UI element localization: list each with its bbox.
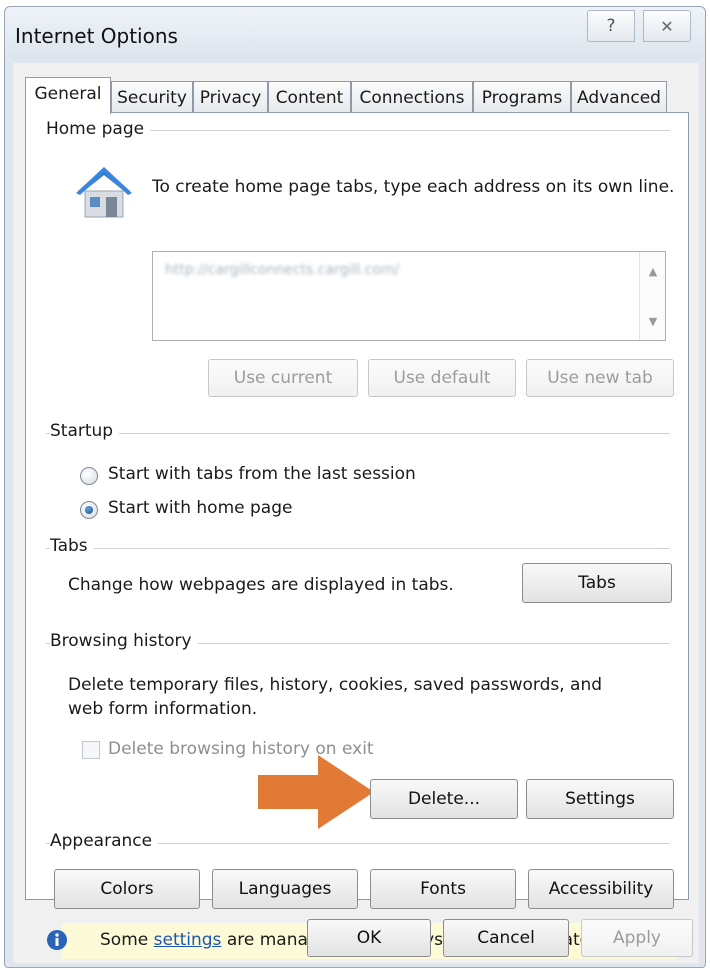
browsing-history-description-line2: web form information. — [68, 699, 258, 719]
tab-privacy[interactable]: Privacy — [193, 81, 268, 113]
home-page-instruction: To create home page tabs, type each addr… — [152, 177, 675, 197]
info-icon — [47, 930, 67, 950]
colors-button[interactable]: Colors — [54, 869, 200, 909]
window-title: Internet Options — [15, 24, 178, 48]
startup-home-page-radio[interactable] — [80, 501, 98, 519]
accessibility-button[interactable]: Accessibility — [528, 869, 674, 909]
home-page-url-textarea[interactable]: http://cargillconnects.cargill.com/ ▲ ▼ — [152, 251, 666, 341]
use-default-button[interactable]: Use default — [368, 359, 516, 397]
general-tab-panel: Home page To create home page tabs, type… — [25, 112, 689, 959]
use-new-tab-button[interactable]: Use new tab — [526, 359, 674, 397]
startup-last-session-label[interactable]: Start with tabs from the last session — [108, 464, 416, 484]
cancel-button[interactable]: Cancel — [443, 919, 569, 957]
tab-label: Privacy — [199, 88, 262, 108]
info-prefix: Some — [100, 930, 154, 950]
tab-programs[interactable]: Programs — [473, 81, 571, 113]
close-icon: ✕ — [660, 16, 674, 36]
section-divider — [46, 548, 670, 549]
fonts-button[interactable]: Fonts — [370, 869, 516, 909]
url-scrollbar[interactable]: ▲ ▼ — [639, 252, 665, 340]
languages-button[interactable]: Languages — [212, 869, 358, 909]
tab-label: Connections — [359, 88, 465, 108]
close-button[interactable]: ✕ — [643, 10, 691, 42]
tabs-section-label: Tabs — [50, 536, 94, 556]
ok-button[interactable]: OK — [307, 919, 431, 957]
tab-security[interactable]: Security — [111, 81, 193, 113]
tabs-description: Change how webpages are displayed in tab… — [68, 575, 454, 595]
tab-label: Content — [275, 88, 344, 108]
tab-content[interactable]: Content — [268, 81, 351, 113]
tab-general[interactable]: General — [25, 77, 111, 114]
startup-section-label: Startup — [50, 421, 120, 441]
annotation-arrow-icon — [258, 755, 374, 829]
delete-history-button[interactable]: Delete... — [370, 779, 518, 819]
tab-label: Advanced — [577, 88, 661, 108]
delete-on-exit-checkbox[interactable] — [82, 741, 100, 759]
dialog-body: General Security Privacy Content Connect… — [13, 63, 699, 963]
browsing-history-description-line1: Delete temporary files, history, cookies… — [68, 675, 603, 695]
tabs-settings-button[interactable]: Tabs — [522, 563, 672, 603]
house-icon — [76, 167, 132, 218]
tab-connections[interactable]: Connections — [351, 81, 473, 113]
startup-home-page-label[interactable]: Start with home page — [108, 498, 292, 518]
section-divider — [46, 433, 670, 434]
internet-options-dialog: Internet Options ? ✕ General Security Pr… — [4, 6, 706, 968]
history-settings-button[interactable]: Settings — [526, 779, 674, 819]
help-icon: ? — [606, 16, 616, 36]
title-bar: Internet Options ? ✕ — [5, 7, 705, 59]
tab-label: Security — [117, 88, 187, 108]
use-current-button[interactable]: Use current — [208, 359, 358, 397]
tab-advanced[interactable]: Advanced — [571, 81, 667, 113]
home-page-section-label: Home page — [46, 119, 151, 139]
startup-last-session-radio[interactable] — [80, 467, 98, 485]
appearance-section-label: Appearance — [50, 831, 159, 851]
help-button[interactable]: ? — [587, 10, 635, 42]
browsing-history-section-label: Browsing history — [50, 631, 198, 651]
scroll-down-icon[interactable]: ▼ — [640, 308, 666, 334]
scroll-up-icon[interactable]: ▲ — [640, 258, 666, 284]
apply-button[interactable]: Apply — [581, 919, 693, 957]
home-page-url-value: http://cargillconnects.cargill.com/ — [165, 262, 400, 278]
tab-label: Programs — [481, 88, 563, 108]
settings-link[interactable]: settings — [154, 930, 222, 950]
tab-label: General — [34, 84, 102, 104]
